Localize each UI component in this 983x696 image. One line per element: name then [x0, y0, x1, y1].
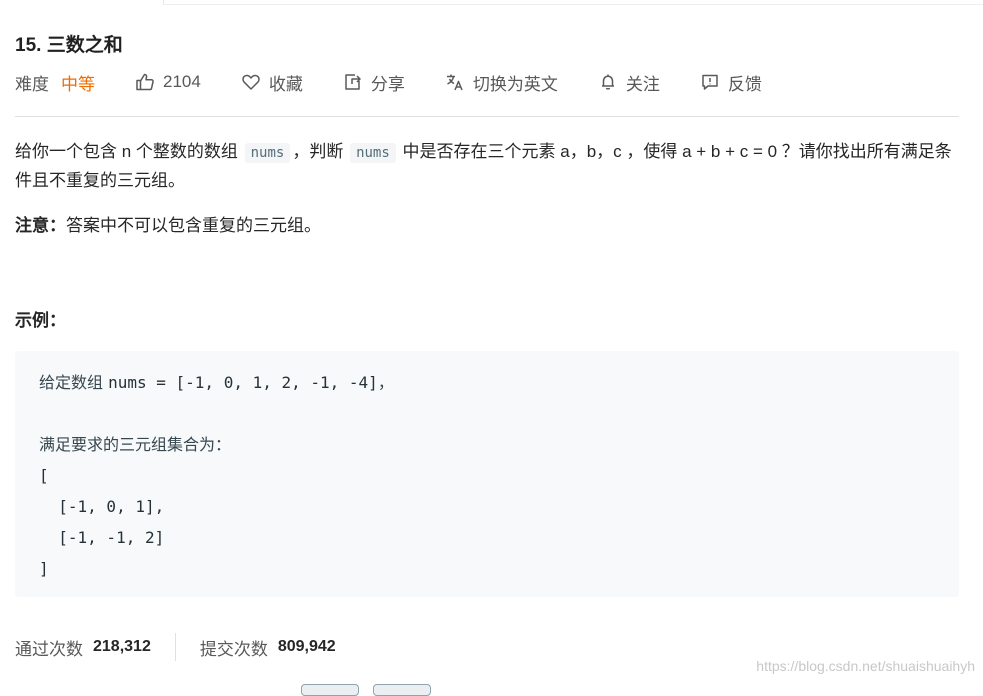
share-label: 分享 — [370, 74, 405, 94]
stats-divider — [174, 633, 176, 661]
translate-icon — [446, 74, 463, 91]
translate-label: 切换为英文 — [472, 74, 558, 94]
note-paragraph: 注意：答案中不可以包含重复的三元组。 — [15, 212, 321, 240]
problem-title: 15. 三数之和 — [15, 35, 123, 56]
code-line-text: ， — [377, 373, 394, 392]
favorite-label: 收藏 — [268, 74, 303, 94]
follow-label: 关注 — [625, 74, 660, 94]
code-line-text: nums = [-1, 0, 1, 2, -1, -4] — [108, 373, 378, 392]
inline-code: nums — [350, 143, 396, 163]
follow-button[interactable]: 关注 — [598, 70, 660, 95]
note-label: 注意： — [15, 216, 66, 235]
feedback-icon — [702, 74, 718, 90]
heart-icon — [242, 74, 260, 90]
top-tab-bar-edge — [163, 0, 983, 5]
example-heading: 示例： — [15, 311, 66, 330]
tag-button-partial[interactable] — [373, 684, 431, 696]
code-line: [-1, -1, 2] — [39, 528, 165, 547]
accepted-label: 通过次数 — [15, 639, 83, 659]
code-line: 满足要求的三元组集合为： — [39, 435, 232, 454]
share-button[interactable]: 分享 — [343, 70, 405, 95]
tag-button-partial[interactable] — [301, 684, 359, 696]
feedback-button[interactable]: 反馈 — [700, 70, 762, 95]
code-line: ] — [39, 559, 49, 578]
problem-description: 给你一个包含 n 个整数的数组 nums ，判断 nums 中是否存在三个元素 a… — [15, 138, 959, 195]
translate-button[interactable]: 切换为英文 — [445, 70, 558, 95]
like-button[interactable]: 2104 — [135, 72, 201, 92]
code-line-text: 给定数组 — [39, 373, 109, 392]
share-icon — [345, 74, 361, 90]
feedback-label: 反馈 — [727, 74, 762, 94]
description-text: ，判断 — [292, 142, 349, 161]
submission-stats: 通过次数 218,312 提交次数 809,942 — [15, 632, 336, 662]
example-code-block: 给定数组 nums = [-1, 0, 1, 2, -1, -4]， 满足要求的… — [15, 351, 959, 597]
code-line: 给定数组 nums = [-1, 0, 1, 2, -1, -4]， — [39, 367, 935, 398]
header-divider — [15, 116, 959, 117]
difficulty-badge: 中等 — [61, 74, 95, 94]
code-line: [-1, 0, 1], — [39, 497, 165, 516]
submitted-count: 809,942 — [277, 638, 336, 655]
accepted-count: 218,312 — [93, 638, 151, 655]
inline-code: nums — [244, 143, 291, 163]
submitted-label: 提交次数 — [199, 639, 268, 659]
code-line: [ — [39, 466, 49, 485]
difficulty-label: 难度 — [15, 74, 49, 94]
watermark: https://blog.csdn.net/shuaishuaihyh — [756, 658, 975, 674]
bell-icon — [601, 74, 614, 90]
like-count: 2104 — [163, 72, 201, 91]
description-text: 给你一个包含 n 个整数的数组 — [15, 142, 243, 161]
favorite-button[interactable]: 收藏 — [241, 70, 303, 95]
note-text: 答案中不可以包含重复的三元组。 — [66, 216, 321, 235]
problem-meta-bar: 难度 中等 2104 收藏 分享 切换为英文 关注 反馈 — [15, 68, 802, 96]
thumbs-up-icon — [136, 73, 154, 91]
